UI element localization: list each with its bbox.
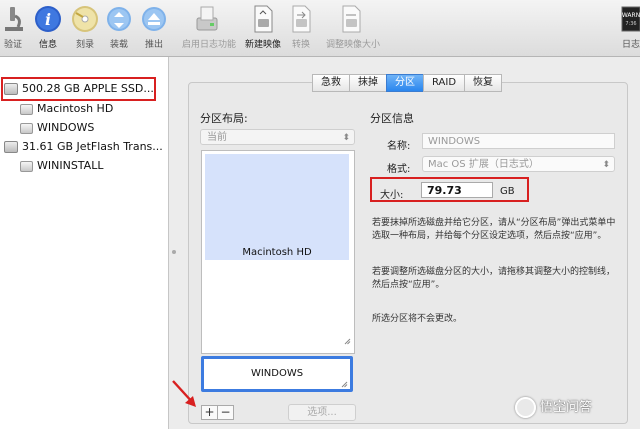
tab-bar: 急救 抹掉 分区 RAID 恢复 <box>312 74 503 92</box>
wukong-logo-icon <box>515 397 536 418</box>
highlight-box-size <box>370 177 529 202</box>
toolbar: 验证 i 信息 刻录 装载 推出 启用日志功能 新建映像 转换 调整映像大小 W… <box>0 0 640 57</box>
resize-grip-icon[interactable] <box>341 381 348 388</box>
log-button[interactable]: WARN 7:36 日志 <box>606 4 640 50</box>
splitter-handle[interactable] <box>172 250 176 254</box>
svg-text:WARN: WARN <box>622 12 640 19</box>
tab-first-aid[interactable]: 急救 <box>312 74 350 92</box>
enable-journaling-button[interactable]: 启用日志功能 <box>182 4 236 50</box>
watermark: 悟空问答 <box>515 396 592 418</box>
partition-layout-heading: 分区布局: <box>200 112 248 125</box>
add-remove-partition-buttons: + − <box>201 405 235 420</box>
volume-icon <box>20 122 33 134</box>
sidebar-volume-macintosh-hd[interactable]: Macintosh HD <box>20 100 113 118</box>
partition-macintosh-hd[interactable] <box>205 154 349 260</box>
help-text-resize: 若要调整所选磁盘分区的大小，请拖移其调整大小的控制线，然后点按“应用”。 <box>372 267 616 290</box>
resize-image-button[interactable]: 调整映像大小 <box>326 4 380 50</box>
convert-button[interactable]: 转换 <box>276 4 326 50</box>
format-select[interactable]: Mac OS 扩展（日志式） ⬍ <box>422 156 615 172</box>
log-icon: WARN 7:36 <box>621 6 640 32</box>
tab-erase[interactable]: 抹掉 <box>349 74 387 92</box>
eject-button[interactable]: 推出 <box>129 4 179 50</box>
help-text-no-change: 所选分区将不会更改。 <box>372 314 463 324</box>
new-image-icon <box>254 5 273 33</box>
tab-restore[interactable]: 恢复 <box>464 74 503 92</box>
name-field[interactable]: WINDOWS <box>422 133 615 149</box>
tab-raid[interactable]: RAID <box>423 74 466 92</box>
usb-disk-icon <box>4 141 18 153</box>
convert-icon <box>292 5 311 33</box>
tab-partition[interactable]: 分区 <box>386 74 424 92</box>
partition-info-heading: 分区信息 <box>370 112 414 125</box>
sidebar-volume-wininstall[interactable]: WININSTALL <box>20 157 103 175</box>
stepper-arrows-icon: ⬍ <box>602 160 610 170</box>
stepper-arrows-icon: ⬍ <box>342 133 350 143</box>
svg-text:i: i <box>45 10 51 29</box>
annotation-arrow-icon <box>172 380 196 407</box>
sidebar-volume-windows[interactable]: WINDOWS <box>20 119 94 137</box>
remove-partition-button[interactable]: − <box>217 405 234 420</box>
add-partition-button[interactable]: + <box>201 405 218 420</box>
volume-icon <box>20 160 33 172</box>
options-button[interactable]: 选项... <box>288 404 356 421</box>
journal-icon <box>196 6 218 31</box>
name-label: 名称: <box>387 141 411 152</box>
partition-label-macintosh-hd: Macintosh HD <box>242 247 312 258</box>
partition-windows-selected[interactable]: WINDOWS <box>201 356 353 392</box>
svg-text:7:36: 7:36 <box>625 21 636 27</box>
partition-layout-diagram: Macintosh HD <box>201 150 355 354</box>
volume-icon <box>20 103 33 115</box>
partition-scheme-select[interactable]: 当前 ⬍ <box>200 129 355 145</box>
sidebar: 500.28 GB APPLE SSD... Macintosh HD WIND… <box>0 57 169 429</box>
sidebar-device-jetflash[interactable]: 31.61 GB JetFlash Trans... <box>4 137 163 157</box>
resize-image-icon <box>342 5 361 33</box>
resize-grip-icon[interactable] <box>344 338 351 345</box>
eject-icon <box>142 7 166 31</box>
highlight-box-selected-disk <box>1 77 156 101</box>
format-label: 格式: <box>387 164 411 175</box>
info-icon: i <box>35 6 61 32</box>
help-text-partition-layout: 若要抹掉所选磁盘并给它分区，请从“分区布局”弹出式菜单中选取一种布局，并给每个分… <box>372 218 616 241</box>
